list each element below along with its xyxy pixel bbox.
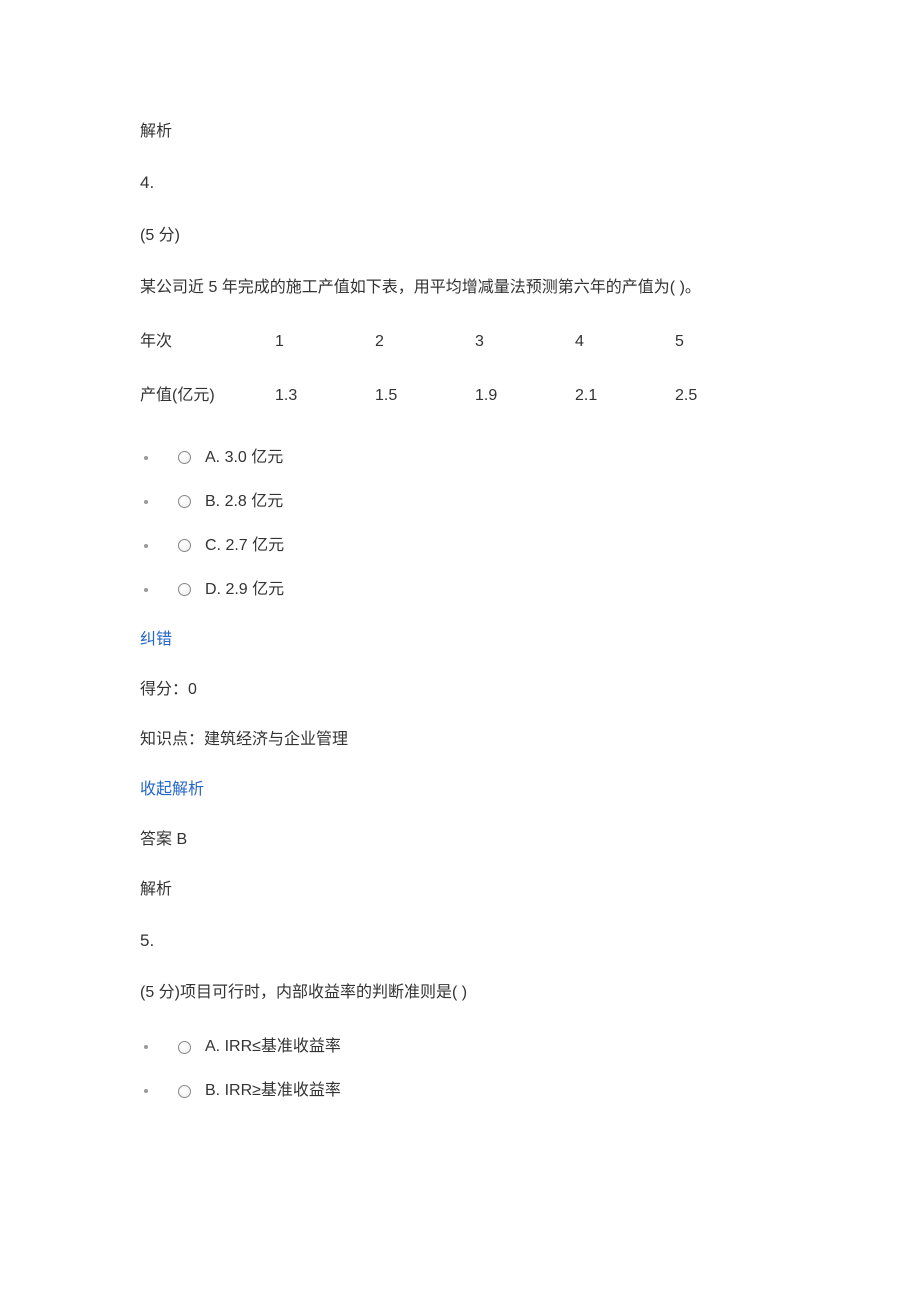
table-header-row: 年次 1 2 3 4 5 xyxy=(140,330,780,354)
q4-analysis-label: 解析 xyxy=(140,878,780,902)
correction-link[interactable]: 纠错 xyxy=(140,628,780,652)
option-label: A. IRR≤基准收益率 xyxy=(205,1035,341,1059)
bullet-icon xyxy=(144,588,148,592)
table-value-col: 2.5 xyxy=(675,384,775,408)
option-label: A. 3.0 亿元 xyxy=(205,446,283,470)
table-header-col: 5 xyxy=(675,330,775,354)
score-result: 得分：0 xyxy=(140,678,780,702)
option-label: B. IRR≥基准收益率 xyxy=(205,1079,341,1103)
q5-options: A. IRR≤基准收益率 B. IRR≥基准收益率 xyxy=(140,1035,780,1103)
q4-option-d[interactable]: D. 2.9 亿元 xyxy=(140,578,780,602)
q4-stem: 某公司近 5 年完成的施工产值如下表，用平均增减量法预测第六年的产值为( )。 xyxy=(140,276,780,300)
q4-number: 4. xyxy=(140,170,780,196)
radio-icon[interactable] xyxy=(178,1085,191,1098)
radio-icon[interactable] xyxy=(178,583,191,596)
q4-option-a[interactable]: A. 3.0 亿元 xyxy=(140,446,780,470)
radio-icon[interactable] xyxy=(178,539,191,552)
q5-score-stem: (5 分)项目可行时，内部收益率的判断准则是( ) xyxy=(140,981,780,1005)
q4-option-c[interactable]: C. 2.7 亿元 xyxy=(140,534,780,558)
table-header-col: 1 xyxy=(275,330,375,354)
option-label: D. 2.9 亿元 xyxy=(205,578,284,602)
table-header-col: 3 xyxy=(475,330,575,354)
table-header-label: 年次 xyxy=(140,330,275,354)
table-value-col: 1.5 xyxy=(375,384,475,408)
q4-options: A. 3.0 亿元 B. 2.8 亿元 C. 2.7 亿元 D. 2.9 亿元 xyxy=(140,446,780,602)
table-header-col: 4 xyxy=(575,330,675,354)
q4-answer: 答案 B xyxy=(140,828,780,852)
q5-number: 5. xyxy=(140,928,780,954)
q5-option-b[interactable]: B. IRR≥基准收益率 xyxy=(140,1079,780,1103)
q4-option-b[interactable]: B. 2.8 亿元 xyxy=(140,490,780,514)
table-value-col: 1.9 xyxy=(475,384,575,408)
table-value-row: 产值(亿元) 1.3 1.5 1.9 2.1 2.5 xyxy=(140,384,780,408)
collapse-analysis-link[interactable]: 收起解析 xyxy=(140,778,780,802)
bullet-icon xyxy=(144,1045,148,1049)
bullet-icon xyxy=(144,456,148,460)
table-value-col: 2.1 xyxy=(575,384,675,408)
radio-icon[interactable] xyxy=(178,451,191,464)
table-header-col: 2 xyxy=(375,330,475,354)
bullet-icon xyxy=(144,500,148,504)
q4-score-label: (5 分) xyxy=(140,224,780,248)
knowledge-point: 知识点：建筑经济与企业管理 xyxy=(140,728,780,752)
option-label: C. 2.7 亿元 xyxy=(205,534,284,558)
radio-icon[interactable] xyxy=(178,1041,191,1054)
radio-icon[interactable] xyxy=(178,495,191,508)
table-value-col: 1.3 xyxy=(275,384,375,408)
option-label: B. 2.8 亿元 xyxy=(205,490,283,514)
table-value-label: 产值(亿元) xyxy=(140,384,275,408)
bullet-icon xyxy=(144,1089,148,1093)
q5-option-a[interactable]: A. IRR≤基准收益率 xyxy=(140,1035,780,1059)
q3-analysis-label: 解析 xyxy=(140,120,780,144)
bullet-icon xyxy=(144,544,148,548)
